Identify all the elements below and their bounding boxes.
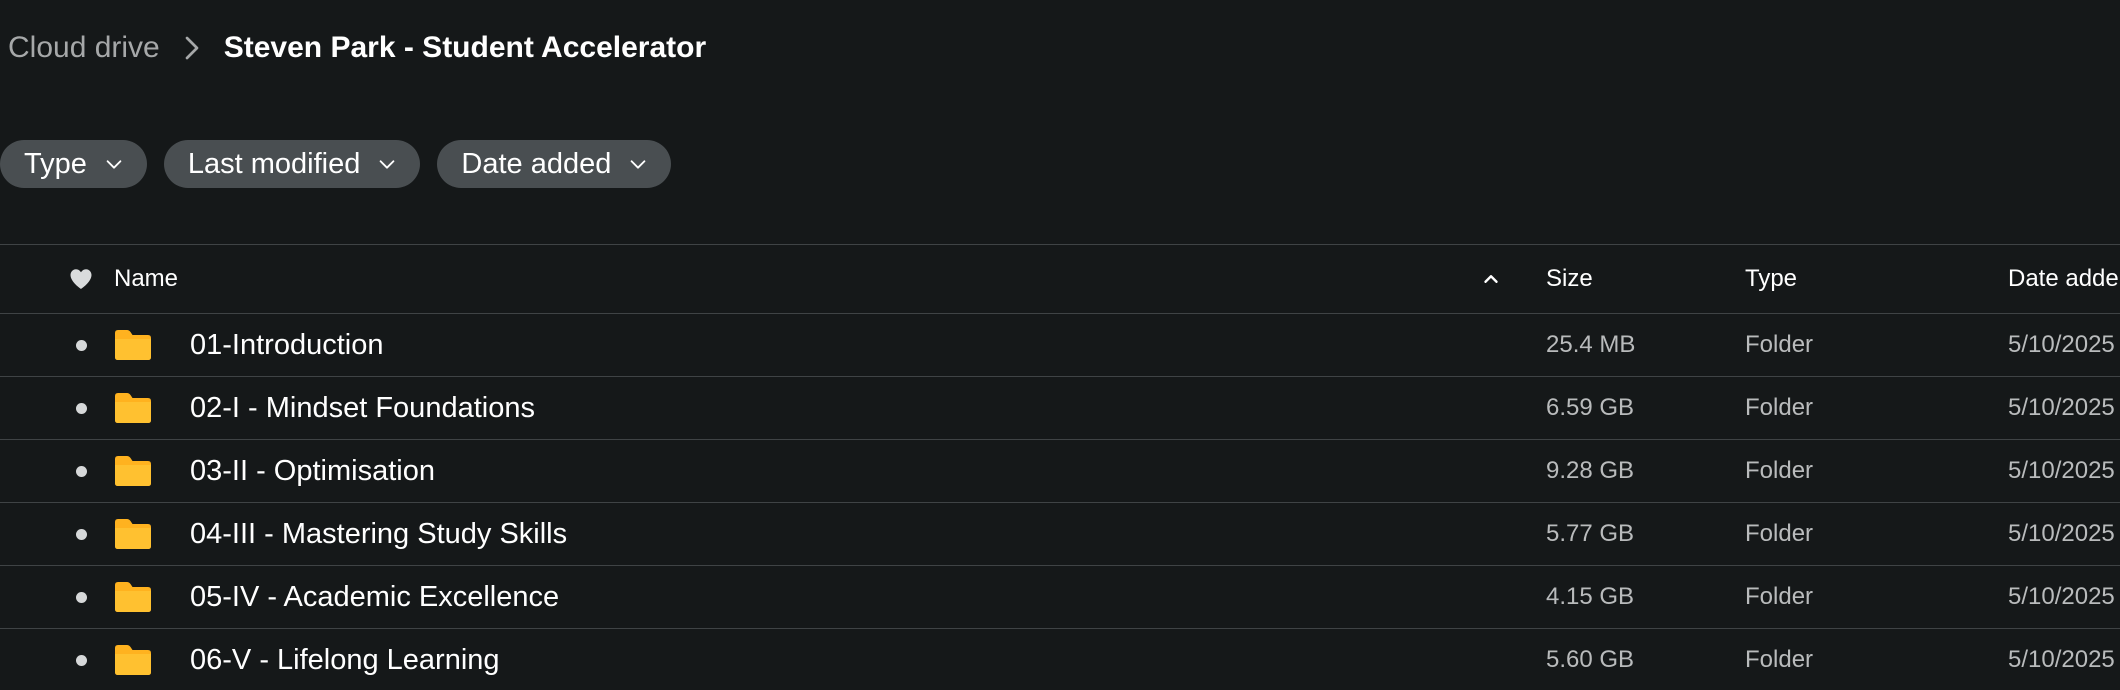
folder-icon xyxy=(114,566,154,628)
column-header-date-added[interactable]: Date adde xyxy=(2008,245,2119,313)
row-type: Folder xyxy=(1745,646,1814,673)
row-type: Folder xyxy=(1745,394,1814,421)
row-date-added: 5/10/2025 xyxy=(2008,457,2115,484)
heart-icon xyxy=(70,269,92,289)
row-date-added: 5/10/2025 xyxy=(2008,583,2115,610)
row-status-dot xyxy=(66,566,96,628)
filter-bar: Type Last modified Date added xyxy=(0,140,672,188)
row-status-dot xyxy=(66,377,96,439)
table-row[interactable]: 04-III - Mastering Study Skills 5.77 GB … xyxy=(0,502,2120,565)
row-date-added: 5/10/2025 xyxy=(2008,331,2115,358)
favorite-column-header[interactable] xyxy=(66,245,96,313)
row-size: 6.59 GB xyxy=(1546,394,1635,421)
filter-date-added-label: Date added xyxy=(461,147,612,180)
breadcrumb-root-link[interactable]: Cloud drive xyxy=(8,31,160,65)
row-size: 25.4 MB xyxy=(1546,331,1636,358)
table-row[interactable]: 01-Introduction 25.4 MB Folder 5/10/2025 xyxy=(0,313,2120,376)
folder-icon xyxy=(114,377,154,439)
filter-last-modified-label: Last modified xyxy=(187,147,361,180)
table-row[interactable]: 05-IV - Academic Excellence 4.15 GB Fold… xyxy=(0,565,2120,628)
row-size: 4.15 GB xyxy=(1546,583,1635,610)
chevron-right-icon xyxy=(185,36,199,60)
row-date-added: 5/10/2025 xyxy=(2008,520,2115,547)
row-size: 5.77 GB xyxy=(1546,520,1635,547)
row-size: 9.28 GB xyxy=(1546,457,1635,484)
chevron-down-icon xyxy=(106,160,122,169)
folder-icon xyxy=(114,503,154,565)
chevron-down-icon xyxy=(631,160,646,169)
filter-type-label: Type xyxy=(24,147,87,180)
column-header-type[interactable]: Type xyxy=(1745,245,1797,313)
row-status-dot xyxy=(66,503,96,565)
row-name[interactable]: 03-II - Optimisation xyxy=(190,440,435,502)
breadcrumb-current: Steven Park - Student Accelerator xyxy=(223,31,707,64)
table-row[interactable]: 06-V - Lifelong Learning 5.60 GB Folder … xyxy=(0,628,2120,690)
table-row[interactable]: 03-II - Optimisation 9.28 GB Folder 5/10… xyxy=(0,439,2120,502)
sort-button[interactable] xyxy=(1476,245,1506,313)
chevron-up-icon xyxy=(1484,275,1498,283)
row-date-added: 5/10/2025 xyxy=(2008,646,2115,673)
chevron-down-icon xyxy=(380,160,395,169)
row-name[interactable]: 05-IV - Academic Excellence xyxy=(190,566,559,628)
folder-icon xyxy=(114,629,154,690)
row-status-dot xyxy=(66,314,96,376)
breadcrumb: Cloud drive Steven Park - Student Accele… xyxy=(8,28,706,68)
row-date-added: 5/10/2025 xyxy=(2008,394,2115,421)
filter-last-modified-button[interactable]: Last modified xyxy=(163,140,421,188)
row-size: 5.60 GB xyxy=(1546,646,1635,673)
row-name[interactable]: 01-Introduction xyxy=(190,314,383,376)
row-type: Folder xyxy=(1745,331,1814,358)
row-type: Folder xyxy=(1745,457,1814,484)
column-header-name[interactable]: Name xyxy=(114,245,178,313)
row-type: Folder xyxy=(1745,520,1814,547)
filter-type-button[interactable]: Type xyxy=(0,140,147,188)
filter-date-added-button[interactable]: Date added xyxy=(437,140,672,188)
row-name[interactable]: 06-V - Lifelong Learning xyxy=(190,629,500,690)
row-type: Folder xyxy=(1745,583,1814,610)
folder-icon xyxy=(114,440,154,502)
row-status-dot xyxy=(66,440,96,502)
row-name[interactable]: 04-III - Mastering Study Skills xyxy=(190,503,567,565)
table-row[interactable]: 02-I - Mindset Foundations 6.59 GB Folde… xyxy=(0,376,2120,439)
folder-icon xyxy=(114,314,154,376)
row-status-dot xyxy=(66,629,96,690)
column-header-size[interactable]: Size xyxy=(1546,245,1593,313)
table-header: Name Size Type Date adde xyxy=(0,244,2120,313)
file-table: Name Size Type Date adde 01-Introduction… xyxy=(0,244,2120,690)
row-name[interactable]: 02-I - Mindset Foundations xyxy=(190,377,535,439)
